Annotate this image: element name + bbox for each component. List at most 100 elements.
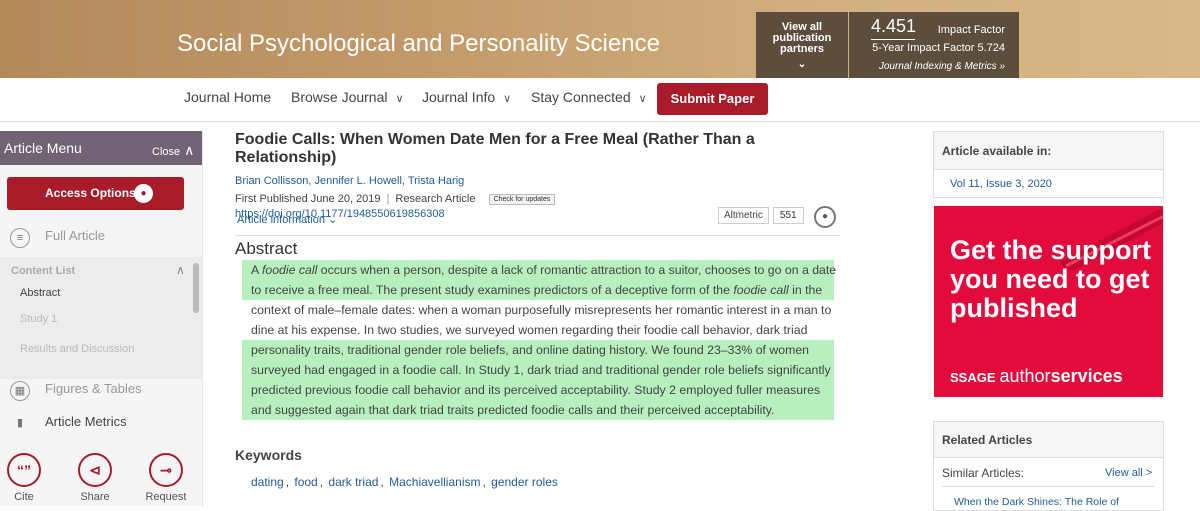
sage-author-services-logo: SSAGE authorservices	[950, 366, 1123, 387]
article-authors[interactable]: Brian Collisson, Jennifer L. Howell, Tri…	[235, 175, 840, 187]
close-menu-button[interactable]: Close ∧	[152, 142, 194, 159]
partners-label: View all publication partners	[772, 21, 832, 55]
sage-logo: SSAGE	[950, 370, 996, 385]
abstract-text-run: in the	[788, 283, 823, 297]
article-information-toggle[interactable]: Article information ⌄	[237, 213, 337, 226]
author-services-ad[interactable]: Get the support you need to get publishe…	[934, 206, 1163, 397]
abstract-text-run: surveyed had engaged in a foodie call. I…	[251, 363, 831, 377]
submit-paper-button[interactable]: Submit Paper	[657, 83, 768, 115]
abstract-text-run: occurs when a person, despite a lack of …	[317, 263, 837, 277]
lock-icon[interactable]: ●	[814, 206, 836, 228]
chevron-down-icon: ∨	[638, 93, 647, 105]
article-available-box: Article available in: Vol 11, Issue 3, 2…	[933, 131, 1164, 198]
divider	[871, 39, 915, 40]
abstract-text-run: to receive a free meal. The present stud…	[251, 283, 734, 297]
abstract-heading: Abstract	[235, 239, 298, 258]
menu-label: Figures & Tables	[45, 381, 142, 396]
altmetric-count: 551	[772, 207, 804, 224]
abstract-line: surveyed had engaged in a foodie call. I…	[242, 360, 834, 380]
nav-label: Journal Home	[184, 89, 272, 105]
article-information-label: Article information	[237, 214, 326, 226]
nav-journal-home[interactable]: Journal Home	[184, 89, 271, 105]
content-item-study-1[interactable]: Study 1	[20, 313, 57, 325]
brand-text-bold: services	[1050, 366, 1123, 386]
nav-stay-connected[interactable]: Stay Connected ∨	[531, 89, 647, 105]
chevron-down-icon: ⌄	[328, 214, 338, 226]
publication-partners-button[interactable]: View all publication partners ⌄	[756, 12, 848, 78]
document-icon: ≡	[10, 228, 30, 248]
article-menu: Article Menu Close ∧ Access Options ● ≡ F…	[0, 131, 203, 506]
access-options-button[interactable]: Access Options ●	[7, 177, 184, 210]
menu-label: Article Metrics	[45, 414, 127, 429]
quote-icon: “”	[7, 453, 41, 487]
issue-link[interactable]: Vol 11, Issue 3, 2020	[950, 178, 1052, 190]
impact-factor-value: 4.451	[871, 16, 917, 36]
divider	[235, 235, 840, 236]
article-main: Foodie Calls: When Women Date Men for a …	[235, 131, 840, 489]
related-article-link[interactable]: When the Dark Shines: The Role of	[954, 496, 1119, 508]
abstract-text-run: predicted previous foodie call behavior …	[251, 383, 821, 397]
related-articles-box: Related Articles Similar Articles: View …	[933, 421, 1164, 511]
keyword-link[interactable]: dating	[251, 475, 284, 489]
content-list-title: Content List	[11, 265, 76, 277]
altmetric-badge[interactable]: Altmetric 551 ●	[718, 206, 836, 228]
share-label: Share	[80, 491, 110, 503]
nav-journal-info[interactable]: Journal Info ∨	[422, 89, 511, 105]
chevron-up-icon: ∧	[184, 142, 195, 158]
abstract-line: dine at his expense. In two studies, we …	[242, 320, 834, 340]
keyword-link[interactable]: gender roles	[491, 475, 558, 489]
nav-label: Journal Info	[422, 89, 496, 105]
article-menu-header: Article Menu Close ∧	[0, 131, 202, 165]
abstract-emphasis: foodie call	[733, 283, 789, 297]
key-icon: ⊸	[149, 453, 183, 487]
content-item-results[interactable]: Results and Discussion	[20, 343, 134, 355]
journal-banner: Social Psychological and Personality Sci…	[0, 0, 1200, 78]
share-button[interactable]: ⊲ Share	[71, 453, 119, 503]
separator: ,	[482, 475, 490, 489]
content-item-abstract[interactable]: Abstract	[20, 287, 60, 299]
abstract-line: and suggested again that dark triad trai…	[242, 400, 834, 420]
abstract-text-run: dine at his expense. In two studies, we …	[251, 323, 808, 337]
main-nav: Journal Home Browse Journal ∨ Journal Inf…	[0, 78, 1200, 122]
nav-label: Stay Connected	[531, 89, 631, 105]
content-list-scrollbar[interactable]	[193, 263, 199, 313]
keyword-link[interactable]: Machiavellianism	[389, 475, 480, 489]
indexing-metrics-link[interactable]: Journal Indexing & Metrics »	[879, 61, 1005, 72]
altmetric-label: Altmetric	[718, 207, 769, 224]
abstract-emphasis: foodie call	[261, 263, 318, 277]
keywords-list: dating, food, dark triad, Machiavelliani…	[251, 475, 560, 489]
abstract-text-run: personality traits, traditional gender r…	[251, 343, 810, 357]
ad-headline: Get the support you need to get publishe…	[950, 235, 1151, 323]
chevron-up-icon[interactable]: ∧	[176, 263, 185, 277]
abstract-text-run: context of male–female dates: when a wom…	[251, 303, 832, 317]
abstract-text-run: and suggested again that dark triad trai…	[251, 403, 775, 417]
nav-label: Browse Journal	[291, 89, 388, 105]
article-meta: First Published June 20, 2019 | Research A…	[235, 193, 840, 205]
figures-icon: ▦	[10, 381, 30, 401]
article-menu-title: Article Menu	[4, 140, 82, 156]
request-permissions-button[interactable]: ⊸ Request	[142, 453, 190, 503]
chevron-down-icon: ∨	[503, 93, 512, 105]
chevron-down-icon: ⌄	[797, 59, 807, 70]
impact-factor-box: 4.451 Impact Factor 5-Year Impact Factor…	[849, 12, 1019, 78]
separator: |	[386, 193, 390, 205]
view-all-link[interactable]: View all >	[1105, 467, 1152, 479]
keyword-link[interactable]: dark triad	[328, 475, 378, 489]
article-type: Research Article	[395, 193, 476, 205]
impact-factor-label: Impact Factor	[937, 24, 1005, 36]
journal-title[interactable]: Social Psychological and Personality Sci…	[177, 30, 660, 58]
abstract-line: A foodie call occurs when a person, desp…	[242, 260, 837, 280]
check-for-updates-button[interactable]: Check for updates	[488, 193, 556, 205]
menu-label: Full Article	[45, 228, 105, 243]
bar-chart-icon: ▮	[16, 417, 24, 429]
nav-browse-journal[interactable]: Browse Journal ∨	[291, 89, 404, 105]
abstract-line: personality traits, traditional gender r…	[242, 340, 834, 360]
article-available-heading: Article available in:	[934, 132, 1163, 170]
chevron-down-icon: ∨	[395, 93, 404, 105]
share-icon: ⊲	[78, 453, 112, 487]
brand-text: author	[999, 366, 1051, 386]
cite-button[interactable]: “” Cite	[0, 453, 48, 503]
keyword-link[interactable]: food	[294, 475, 317, 489]
access-options-label: Access Options	[45, 186, 136, 200]
abstract-line: predicted previous foodie call behavior …	[242, 380, 834, 400]
